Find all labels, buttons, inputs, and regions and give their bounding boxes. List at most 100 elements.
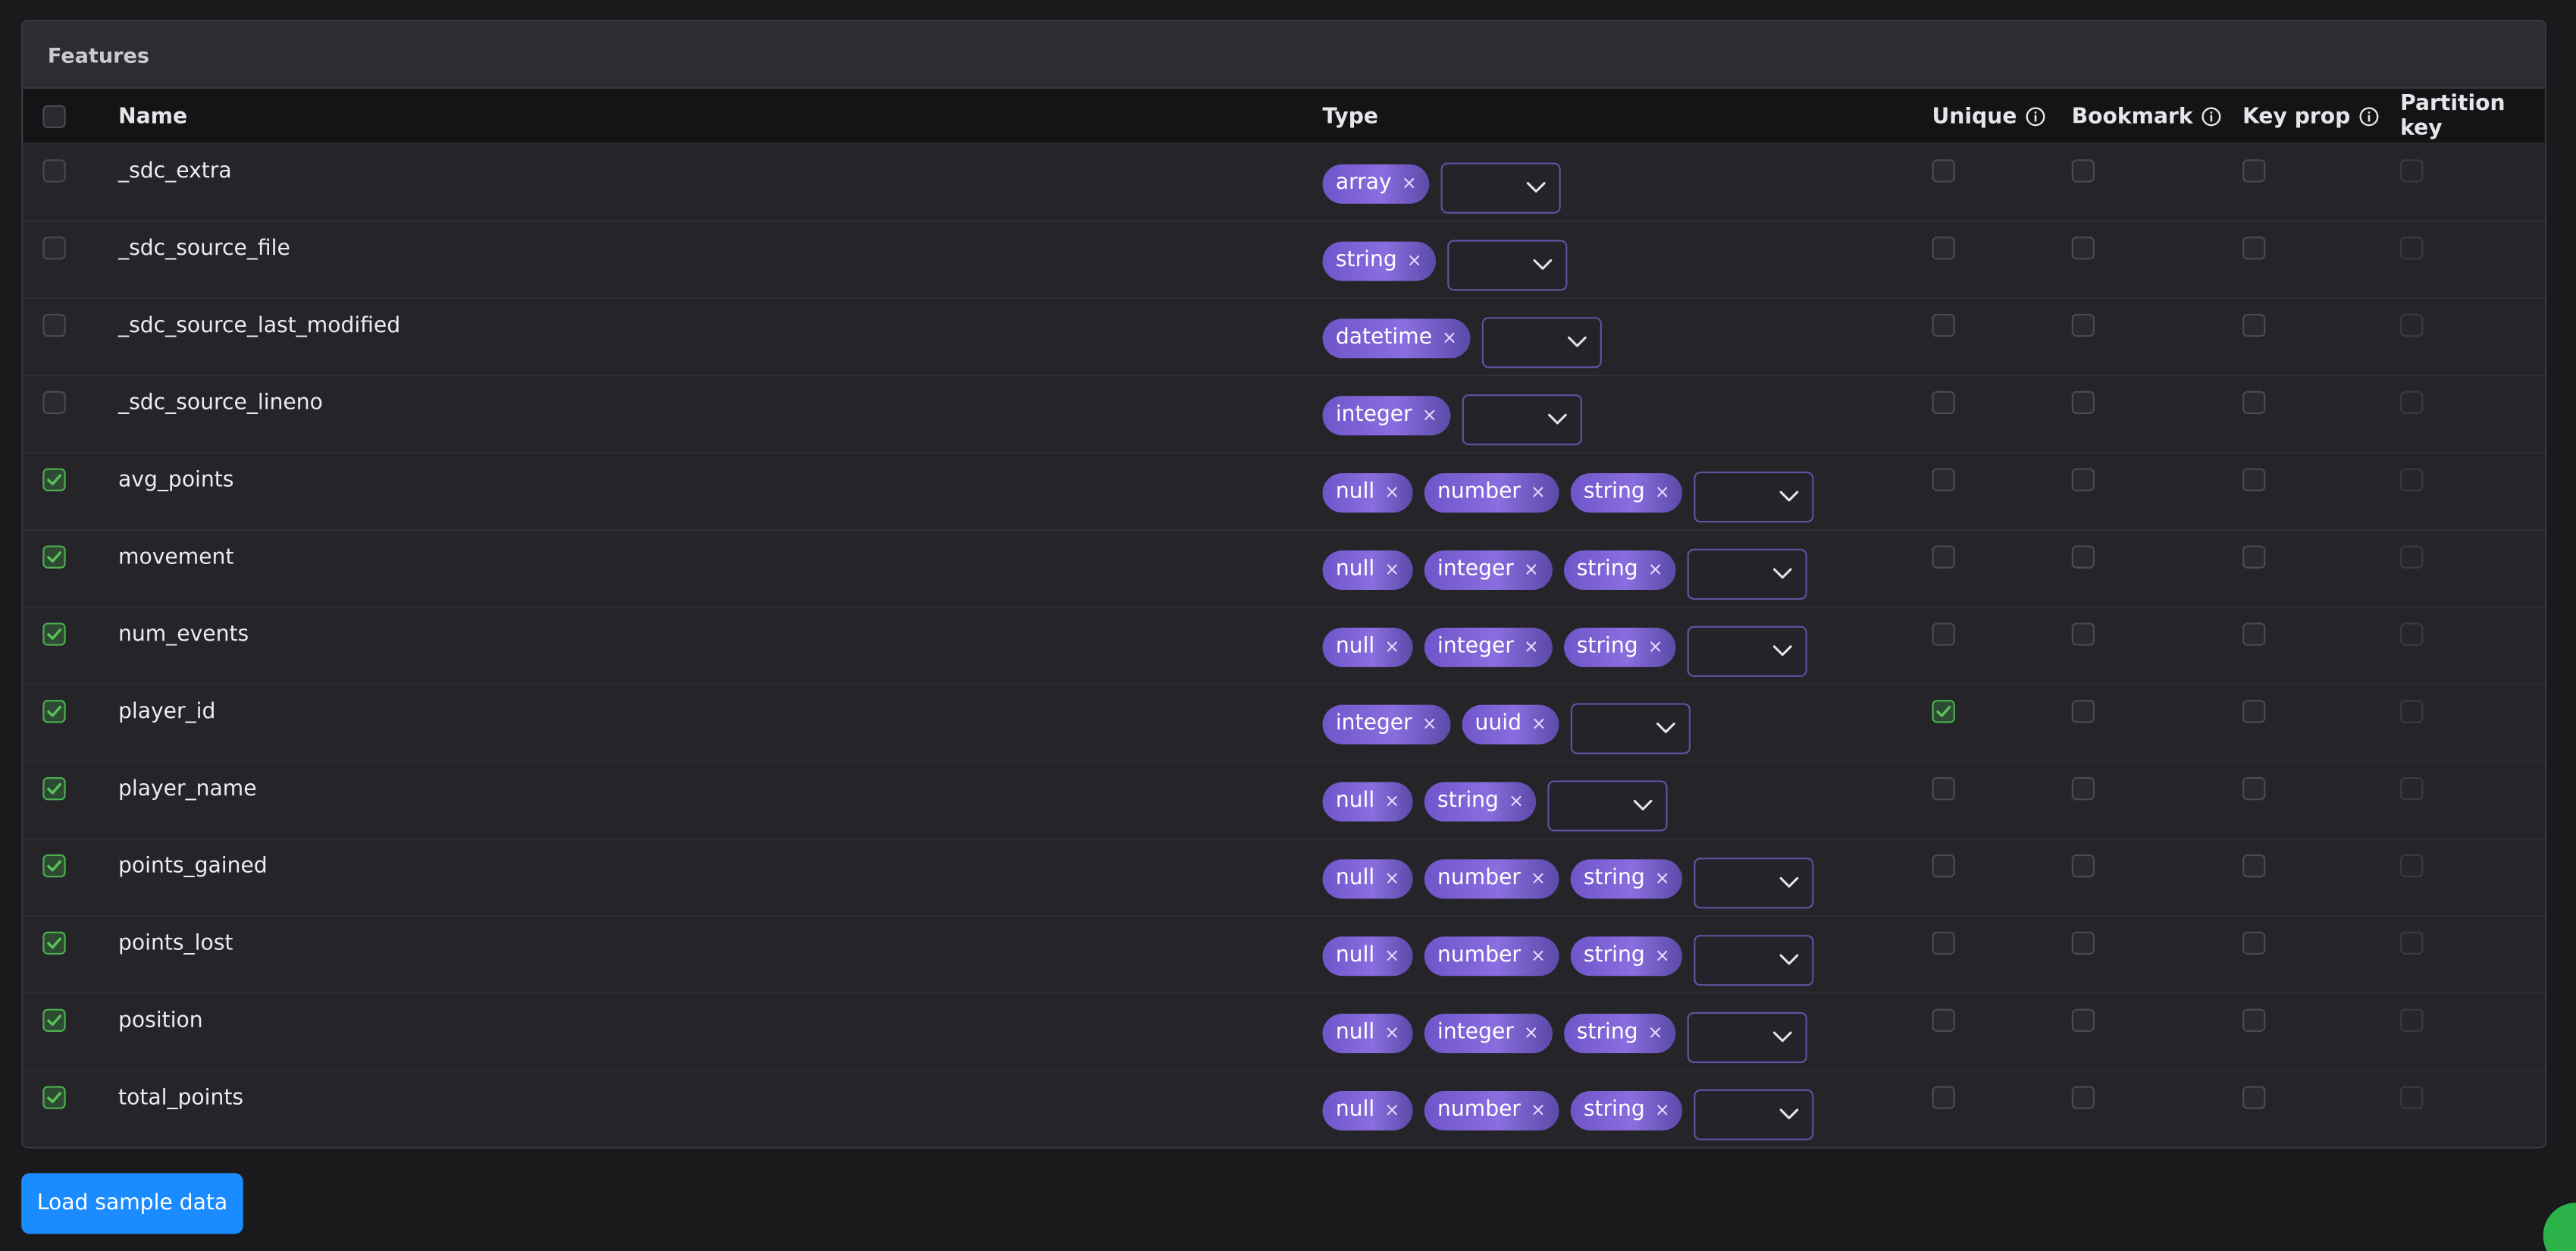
type-dropdown[interactable] (1688, 548, 1808, 600)
unique-checkbox[interactable] (1932, 159, 1955, 183)
partition-key-checkbox[interactable] (2400, 468, 2424, 491)
remove-tag-icon[interactable]: × (1524, 1022, 1539, 1043)
bookmark-checkbox[interactable] (2071, 622, 2095, 646)
type-dropdown[interactable] (1694, 471, 1815, 523)
remove-tag-icon[interactable]: × (1531, 867, 1546, 889)
row-select-checkbox[interactable] (42, 313, 66, 337)
key-prop-checkbox[interactable] (2242, 1086, 2266, 1109)
unique-checkbox[interactable] (1932, 390, 1955, 415)
remove-tag-icon[interactable]: × (1402, 173, 1417, 194)
key-prop-checkbox[interactable] (2242, 390, 2266, 415)
remove-tag-icon[interactable]: × (1655, 481, 1670, 503)
key-prop-checkbox[interactable] (2242, 468, 2266, 491)
chat-widget-icon[interactable] (2543, 1202, 2576, 1251)
partition-key-checkbox[interactable] (2400, 313, 2424, 337)
remove-tag-icon[interactable]: × (1384, 481, 1399, 503)
row-select-checkbox[interactable] (42, 700, 66, 723)
unique-checkbox[interactable] (1932, 622, 1955, 646)
remove-tag-icon[interactable]: × (1524, 559, 1539, 580)
type-dropdown[interactable] (1462, 394, 1582, 446)
remove-tag-icon[interactable]: × (1509, 790, 1524, 811)
partition-key-checkbox[interactable] (2400, 854, 2424, 878)
unique-checkbox[interactable] (1932, 1086, 1955, 1109)
bookmark-checkbox[interactable] (2071, 390, 2095, 415)
bookmark-checkbox[interactable] (2071, 545, 2095, 569)
remove-tag-icon[interactable]: × (1531, 1099, 1546, 1121)
remove-tag-icon[interactable]: × (1648, 559, 1663, 580)
partition-key-checkbox[interactable] (2400, 1008, 2424, 1032)
remove-tag-icon[interactable]: × (1531, 945, 1546, 966)
key-prop-checkbox[interactable] (2242, 237, 2266, 260)
partition-key-checkbox[interactable] (2400, 1086, 2424, 1109)
unique-checkbox[interactable] (1932, 1008, 1955, 1032)
row-select-checkbox[interactable] (42, 159, 66, 183)
remove-tag-icon[interactable]: × (1655, 867, 1670, 889)
bookmark-checkbox[interactable] (2071, 854, 2095, 878)
unique-checkbox[interactable] (1932, 700, 1955, 723)
partition-key-checkbox[interactable] (2400, 700, 2424, 723)
bookmark-checkbox[interactable] (2071, 1086, 2095, 1109)
row-select-checkbox[interactable] (42, 1086, 66, 1109)
row-select-checkbox[interactable] (42, 931, 66, 955)
bookmark-checkbox[interactable] (2071, 468, 2095, 491)
unique-checkbox[interactable] (1932, 545, 1955, 569)
partition-key-checkbox[interactable] (2400, 622, 2424, 646)
key-prop-checkbox[interactable] (2242, 854, 2266, 878)
info-icon[interactable] (2025, 107, 2045, 127)
type-dropdown[interactable] (1694, 858, 1815, 909)
key-prop-checkbox[interactable] (2242, 313, 2266, 337)
bookmark-checkbox[interactable] (2071, 159, 2095, 183)
remove-tag-icon[interactable]: × (1422, 713, 1437, 735)
type-dropdown[interactable] (1688, 626, 1808, 677)
partition-key-checkbox[interactable] (2400, 237, 2424, 260)
type-dropdown[interactable] (1694, 935, 1815, 986)
row-select-checkbox[interactable] (42, 237, 66, 260)
type-dropdown[interactable] (1694, 1089, 1815, 1140)
select-all-checkbox[interactable] (42, 105, 66, 129)
remove-tag-icon[interactable]: × (1655, 1099, 1670, 1121)
type-dropdown[interactable] (1446, 240, 1567, 291)
remove-tag-icon[interactable]: × (1384, 945, 1399, 966)
partition-key-checkbox[interactable] (2400, 931, 2424, 955)
remove-tag-icon[interactable]: × (1531, 481, 1546, 503)
row-select-checkbox[interactable] (42, 390, 66, 415)
remove-tag-icon[interactable]: × (1442, 327, 1457, 348)
type-dropdown[interactable] (1688, 1011, 1808, 1064)
key-prop-checkbox[interactable] (2242, 777, 2266, 801)
remove-tag-icon[interactable]: × (1531, 713, 1547, 735)
type-dropdown[interactable] (1571, 703, 1691, 754)
unique-checkbox[interactable] (1932, 313, 1955, 337)
unique-checkbox[interactable] (1932, 931, 1955, 955)
remove-tag-icon[interactable]: × (1384, 790, 1399, 811)
bookmark-checkbox[interactable] (2071, 931, 2095, 955)
unique-checkbox[interactable] (1932, 468, 1955, 491)
load-sample-data-button[interactable]: Load sample data (21, 1173, 243, 1234)
bookmark-checkbox[interactable] (2071, 313, 2095, 337)
row-select-checkbox[interactable] (42, 468, 66, 491)
bookmark-checkbox[interactable] (2071, 1008, 2095, 1032)
remove-tag-icon[interactable]: × (1384, 1099, 1399, 1121)
key-prop-checkbox[interactable] (2242, 700, 2266, 723)
type-dropdown[interactable] (1481, 317, 1602, 368)
key-prop-checkbox[interactable] (2242, 545, 2266, 569)
remove-tag-icon[interactable]: × (1384, 559, 1399, 580)
bookmark-checkbox[interactable] (2071, 237, 2095, 260)
key-prop-checkbox[interactable] (2242, 931, 2266, 955)
type-dropdown[interactable] (1548, 780, 1669, 832)
key-prop-checkbox[interactable] (2242, 1008, 2266, 1032)
bookmark-checkbox[interactable] (2071, 777, 2095, 801)
remove-tag-icon[interactable]: × (1422, 404, 1437, 425)
type-dropdown[interactable] (1441, 162, 1562, 214)
remove-tag-icon[interactable]: × (1384, 867, 1399, 889)
row-select-checkbox[interactable] (42, 777, 66, 801)
partition-key-checkbox[interactable] (2400, 159, 2424, 183)
key-prop-checkbox[interactable] (2242, 622, 2266, 646)
info-icon[interactable] (2358, 107, 2378, 127)
remove-tag-icon[interactable]: × (1384, 1022, 1399, 1043)
unique-checkbox[interactable] (1932, 854, 1955, 878)
partition-key-checkbox[interactable] (2400, 545, 2424, 569)
remove-tag-icon[interactable]: × (1648, 636, 1663, 657)
remove-tag-icon[interactable]: × (1407, 249, 1422, 271)
remove-tag-icon[interactable]: × (1648, 1022, 1663, 1043)
partition-key-checkbox[interactable] (2400, 390, 2424, 415)
